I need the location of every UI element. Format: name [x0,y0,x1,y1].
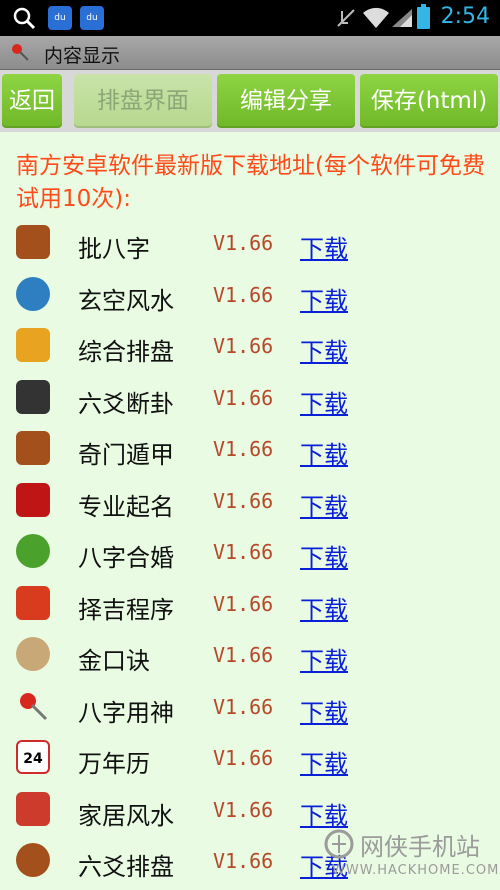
clock: 2:54 [440,4,490,29]
green-mask-icon [16,534,50,568]
pin-icon [16,689,50,723]
app-version: V1.66 [213,746,274,770]
app-name: 综合排盘 [78,338,174,366]
yinyang-icon [16,843,50,877]
back-button[interactable]: 返回 [2,74,62,128]
toolbar: 返回 排盘界面 编辑分享 保存(html) [0,70,500,132]
app-row: 八字用神 V1.66 下载 [0,684,500,736]
download-link[interactable]: 下载 [300,538,348,573]
hackhome-logo-icon [324,829,354,859]
baidu-icon: du [48,6,72,30]
download-link[interactable]: 下载 [300,487,348,522]
app-row: 择吉程序 V1.66 下载 [0,581,500,633]
app-version: V1.66 [213,488,274,513]
app-name: 家居风水 [78,801,174,830]
app-version: V1.66 [213,282,274,307]
download-link[interactable]: 下载 [300,693,348,728]
app-name: 专业起名 [78,492,174,521]
app-name: 八字合婚 [78,544,174,572]
watermark-url: WWW.HACKHOME.COM [332,863,500,878]
share-button[interactable]: 编辑分享 [217,74,355,128]
app-name: 批八字 [78,235,150,263]
app-row: 批八字 V1.66 下载 [0,220,500,272]
app-row: 玄空风水 V1.66 下载 [0,272,500,324]
app-row: 综合排盘 V1.66 下载 [0,323,500,375]
wifi-icon [363,7,389,28]
download-link[interactable]: 下载 [300,641,348,676]
app-name: 奇门遁甲 [78,441,174,469]
app-row: 八字合婚 V1.66 下载 [0,529,500,581]
battery-icon [417,4,430,29]
app-version: V1.66 [213,231,274,255]
layout-button[interactable]: 排盘界面 [74,74,212,128]
app-version: V1.66 [213,797,274,822]
download-link[interactable]: 下载 [300,281,348,316]
calendar-flip-icon [16,585,50,620]
app-row: 24 万年历 V1.66 下载 [0,735,500,787]
app-name: 六爻排盘 [78,853,174,881]
page-title: 内容显示 [44,45,121,67]
save-html-button[interactable]: 保存(html) [360,74,498,128]
app-version: V1.66 [213,385,274,410]
download-link[interactable]: 下载 [300,590,348,625]
app-row: 六爻断卦 V1.66 下载 [0,375,500,427]
globe-icon [16,276,50,311]
title-bar: 内容显示 [0,36,500,70]
mute-icon [337,9,355,27]
baidu-icon: du [80,6,104,30]
app-name: 择吉程序 [78,595,174,624]
watermark-title: 网侠手机站 [360,833,480,861]
download-link[interactable]: 下载 [300,384,348,419]
app-version: V1.66 [213,849,274,873]
download-link[interactable]: 下载 [300,796,348,831]
red-book-icon [16,482,50,517]
status-bar: du du 2:54 [0,0,500,36]
house-icon [16,791,50,826]
app-version: V1.66 [213,334,274,358]
signal-icon [392,9,412,27]
app-name: 玄空风水 [78,286,174,315]
watermark: 网侠手机站 WWW.HACKHOME.COM [324,827,498,883]
compass-icon [16,637,50,671]
download-heading: 南方安卓软件最新版下载地址(每个软件可免费试用10次): [16,153,485,212]
calendar-icon: 24 [16,740,50,774]
app-row: 金口诀 V1.66 下载 [0,632,500,684]
pin-icon [12,44,29,61]
app-version: V1.66 [213,591,274,616]
app-version: V1.66 [213,694,274,719]
app-version: V1.66 [213,437,274,461]
app-name: 万年历 [78,750,150,778]
download-link[interactable]: 下载 [300,744,348,779]
app-name: 八字用神 [78,698,174,727]
app-row: 奇门遁甲 V1.66 下载 [0,426,500,478]
search-icon [13,7,36,30]
gate-icon [16,431,50,465]
tiger-icon [16,328,50,362]
hexagram-icon [16,379,50,414]
app-row: 专业起名 V1.66 下载 [0,478,500,530]
download-link[interactable]: 下载 [300,332,348,367]
app-version: V1.66 [213,540,274,564]
app-name: 六爻断卦 [78,389,174,418]
wheel-icon [16,225,50,259]
download-link[interactable]: 下载 [300,229,348,264]
app-name: 金口诀 [78,647,150,675]
app-version: V1.66 [213,643,274,667]
download-link[interactable]: 下载 [300,435,348,470]
